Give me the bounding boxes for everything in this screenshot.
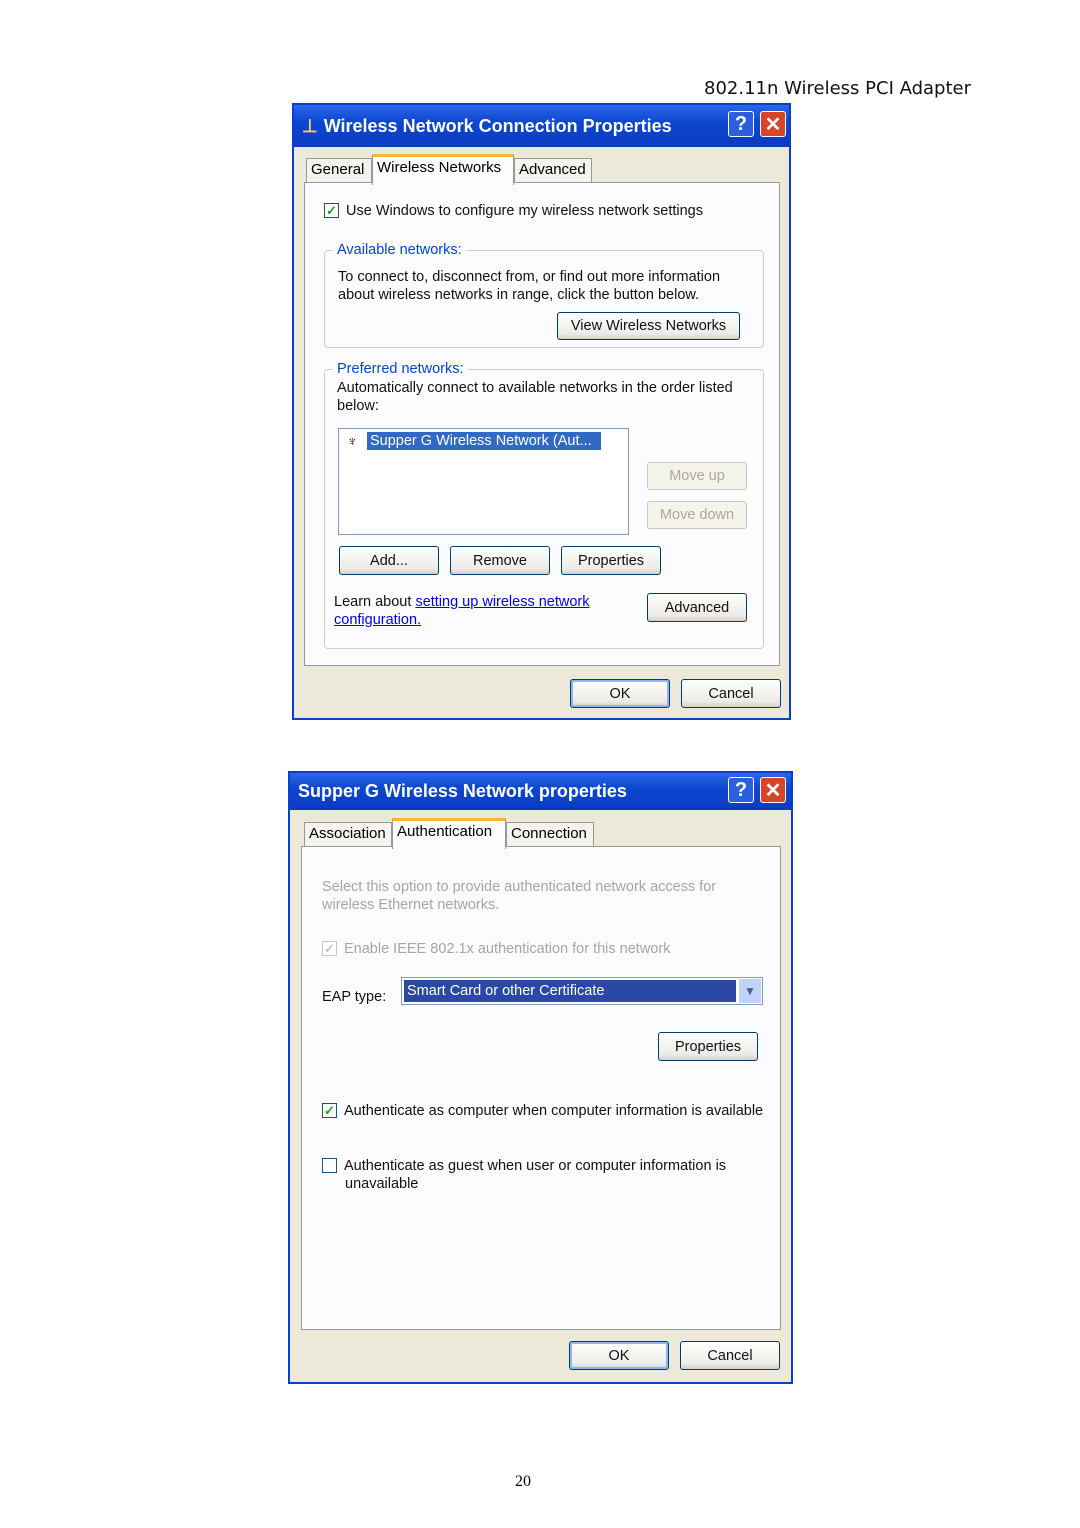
properties-button[interactable]: Properties [561,546,661,575]
view-wireless-networks-button[interactable]: View Wireless Networks [557,312,740,340]
description-1: Select this option to provide authentica… [322,879,717,895]
close-button[interactable]: ✕ [760,777,786,803]
title-bar: Supper G Wireless Network properties [290,773,791,810]
dialog-title: Supper G Wireless Network properties [298,781,627,801]
preferred-text-2: below: [337,398,379,414]
use-windows-checkbox[interactable]: ✓ [324,203,339,218]
setup-link[interactable]: setting up wireless network [415,594,589,610]
eap-type-label: EAP type: [322,989,387,1005]
ok-button[interactable]: OK [569,1341,669,1370]
network-properties-dialog: Supper G Wireless Network properties ? ✕… [288,771,793,1384]
auth-computer-checkbox[interactable]: ✓ [322,1103,337,1118]
tab-association[interactable]: Association [304,822,392,848]
available-networks-legend: Available networks: [333,241,466,259]
learn-about-text: Learn about setting up wireless network [334,593,590,611]
enable-8021x-checkbox[interactable]: ✓ [322,941,337,956]
move-down-button[interactable]: Move down [647,501,747,529]
available-text-2: about wireless networks in range, click … [338,287,700,303]
cancel-button[interactable]: Cancel [680,1341,780,1370]
cancel-button[interactable]: Cancel [681,679,781,708]
move-up-button[interactable]: Move up [647,462,747,490]
network-name: Supper G Wireless Network (Aut... [367,432,601,450]
help-button[interactable]: ? [728,777,754,803]
auth-guest-label-1: Authenticate as guest when user or compu… [344,1158,727,1174]
auth-guest-checkbox[interactable] [322,1158,337,1173]
preferred-text-1: Automatically connect to available netwo… [337,380,733,396]
title-bar: ⊥ Wireless Network Connection Properties [294,105,789,147]
tab-panel: ✓ Use Windows to configure my wireless n… [304,182,780,666]
tab-advanced[interactable]: Advanced [514,158,592,184]
eap-properties-button[interactable]: Properties [658,1032,758,1061]
auth-guest-label-2: unavailable [345,1176,419,1192]
enable-8021x-label: Enable IEEE 802.1x authentication for th… [344,941,671,957]
auth-computer-label: Authenticate as computer when computer i… [344,1103,764,1119]
eap-type-value: Smart Card or other Certificate [404,980,736,1002]
ok-button[interactable]: OK [570,679,670,708]
page-header: 802.11n Wireless PCI Adapter [704,78,972,99]
description-2: wireless Ethernet networks. [322,897,500,913]
wireless-connection-properties-dialog: ⊥ Wireless Network Connection Properties… [292,103,791,720]
tab-general[interactable]: General [306,158,372,184]
wireless-antenna-icon: ♆ [347,433,358,449]
close-button[interactable]: ✕ [760,111,786,137]
use-windows-label: Use Windows to configure my wireless net… [346,203,703,219]
tab-panel: Select this option to provide authentica… [301,846,781,1330]
preferred-networks-legend: Preferred networks: [333,360,468,378]
learn-prefix: Learn about [334,594,416,610]
chevron-down-icon[interactable]: ▼ [739,979,761,1003]
available-text-1: To connect to, disconnect from, or find … [338,269,721,285]
dialog-title: Wireless Network Connection Properties [323,115,672,136]
configuration-link[interactable]: configuration. [334,611,421,629]
tab-authentication[interactable]: Authentication [392,818,506,849]
eap-type-select[interactable]: Smart Card or other Certificate ▼ [401,977,763,1005]
page-number: 20 [515,1473,531,1490]
add-button[interactable]: Add... [339,546,439,575]
network-icon: ⊥ [302,115,318,136]
help-button[interactable]: ? [728,111,754,137]
tab-wireless-networks[interactable]: Wireless Networks [372,154,514,185]
list-item[interactable]: ♆ Supper G Wireless Network (Aut... [347,432,601,450]
tab-connection[interactable]: Connection [506,822,594,848]
preferred-networks-list[interactable]: ♆ Supper G Wireless Network (Aut... [338,428,629,535]
remove-button[interactable]: Remove [450,546,550,575]
advanced-button[interactable]: Advanced [647,593,747,622]
